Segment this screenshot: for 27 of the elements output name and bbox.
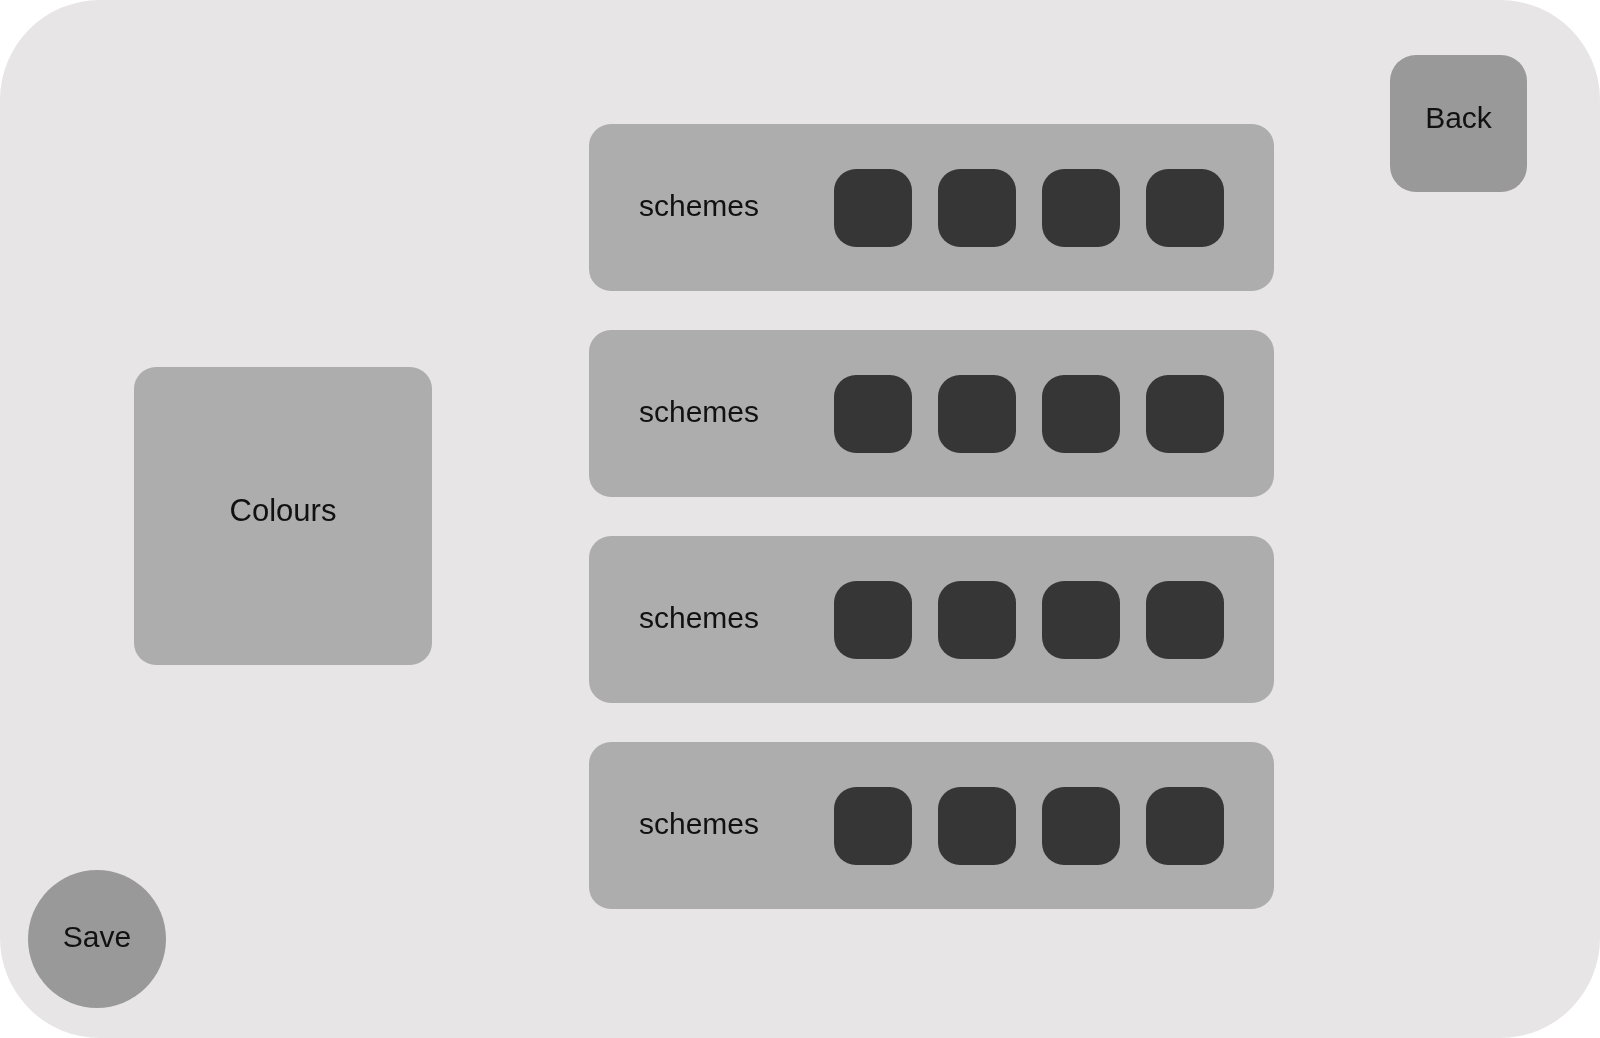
colours-card: Colours <box>134 367 432 665</box>
colour-swatch-icon[interactable] <box>1042 168 1120 247</box>
colour-swatch-icon[interactable] <box>938 580 1016 659</box>
scheme-row[interactable]: schemes <box>589 330 1274 497</box>
colour-swatch-icon[interactable] <box>938 786 1016 865</box>
back-button[interactable]: Back <box>1390 55 1527 192</box>
save-button[interactable]: Save <box>28 870 166 1008</box>
scheme-label: schemes <box>639 394 760 429</box>
scheme-row[interactable]: schemes <box>589 124 1274 291</box>
scheme-row[interactable]: schemes <box>589 536 1274 703</box>
colour-swatch-icon[interactable] <box>834 374 912 453</box>
colour-swatch-icon[interactable] <box>1146 580 1224 659</box>
scheme-label: schemes <box>639 188 760 223</box>
colour-swatch-icon[interactable] <box>938 168 1016 247</box>
scheme-row[interactable]: schemes <box>589 742 1274 909</box>
colour-swatch-icon[interactable] <box>834 786 912 865</box>
colour-swatch-icon[interactable] <box>1146 168 1224 247</box>
colour-swatch-icon[interactable] <box>834 580 912 659</box>
colour-swatch-icon[interactable] <box>1042 786 1120 865</box>
colour-swatch-icon[interactable] <box>938 374 1016 453</box>
colour-swatch-icon[interactable] <box>1042 580 1120 659</box>
colour-swatch-icon[interactable] <box>1042 374 1120 453</box>
colour-swatch-icon[interactable] <box>1146 374 1224 453</box>
colour-swatch-icon[interactable] <box>1146 786 1224 865</box>
colour-swatch-icon[interactable] <box>834 168 912 247</box>
scheme-label: schemes <box>639 806 760 841</box>
scheme-label: schemes <box>639 600 760 635</box>
